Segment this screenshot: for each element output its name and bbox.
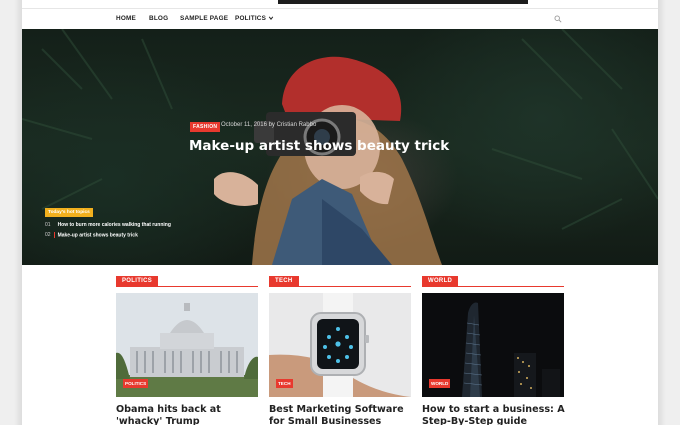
page: HOME BLOG SAMPLE PAGE POLITICS FASHION O… bbox=[22, 0, 658, 425]
hero-meta: October 11, 2016 by Cristian Rabbo bbox=[221, 122, 317, 128]
main-nav: HOME BLOG SAMPLE PAGE POLITICS bbox=[22, 9, 658, 29]
nav-sample-page[interactable]: SAMPLE PAGE bbox=[180, 15, 228, 22]
hero-category-badge[interactable]: FASHION bbox=[190, 122, 221, 132]
hot-topic-title: Make-up artist shows beauty trick bbox=[57, 232, 138, 239]
nav-politics[interactable]: POLITICS bbox=[235, 15, 274, 22]
chevron-down-icon bbox=[268, 16, 274, 21]
category-header: WORLD bbox=[422, 276, 564, 287]
post-card-tech: TECH TECH Best Marketing Software for Sm… bbox=[269, 276, 411, 425]
hot-topic-title: How to burn more calories walking that r… bbox=[57, 222, 171, 228]
post-card-world: WORLD WORLD How to start a business: A S… bbox=[422, 276, 565, 425]
hero-title[interactable]: Make-up artist shows beauty trick bbox=[189, 138, 449, 154]
nav-politics-label: POLITICS bbox=[235, 15, 267, 22]
post-thumbnail[interactable]: POLITICS bbox=[116, 293, 258, 397]
page-shadow-left bbox=[14, 0, 22, 425]
category-header: TECH bbox=[269, 276, 411, 287]
nav-blog[interactable]: BLOG bbox=[149, 15, 168, 22]
post-thumbnail[interactable]: WORLD bbox=[422, 293, 564, 397]
post-title[interactable]: Obama hits back at 'whacky' Trump bbox=[116, 404, 266, 425]
hot-topic-number: 01 bbox=[45, 222, 51, 228]
category-header: POLITICS bbox=[116, 276, 258, 287]
search-icon[interactable] bbox=[554, 15, 562, 23]
hot-topic-item[interactable]: 02 Make-up artist shows beauty trick bbox=[45, 232, 138, 238]
page-shadow-right bbox=[658, 0, 666, 425]
hot-topic-number: 02 bbox=[45, 232, 51, 239]
hot-topic-item[interactable]: 01 How to burn more calories walking that… bbox=[45, 222, 171, 228]
post-card-politics: POLITICS POLITICS Obama hits back at 'wh… bbox=[116, 276, 258, 425]
top-strip bbox=[22, 0, 658, 9]
nav-home[interactable]: HOME bbox=[116, 15, 136, 22]
active-topic-indicator bbox=[53, 232, 55, 238]
category-tag[interactable]: TECH bbox=[269, 276, 299, 286]
category-tag[interactable]: WORLD bbox=[422, 276, 459, 286]
post-thumbnail[interactable]: TECH bbox=[269, 293, 411, 397]
post-title[interactable]: How to start a business: A Step-By-Step … bbox=[422, 404, 572, 425]
post-title[interactable]: Best Marketing Software for Small Busine… bbox=[269, 404, 419, 425]
category-tag[interactable]: POLITICS bbox=[116, 276, 159, 286]
post-category-badge[interactable]: POLITICS bbox=[123, 379, 149, 388]
post-category-badge[interactable]: TECH bbox=[276, 379, 293, 388]
hero-slider[interactable]: FASHION October 11, 2016 by Cristian Rab… bbox=[22, 29, 658, 265]
post-category-badge[interactable]: WORLD bbox=[429, 379, 451, 388]
slider-dots bbox=[331, 258, 351, 265]
hot-topics-badge: Today's hot topics bbox=[45, 208, 93, 217]
header-banner bbox=[278, 0, 528, 4]
